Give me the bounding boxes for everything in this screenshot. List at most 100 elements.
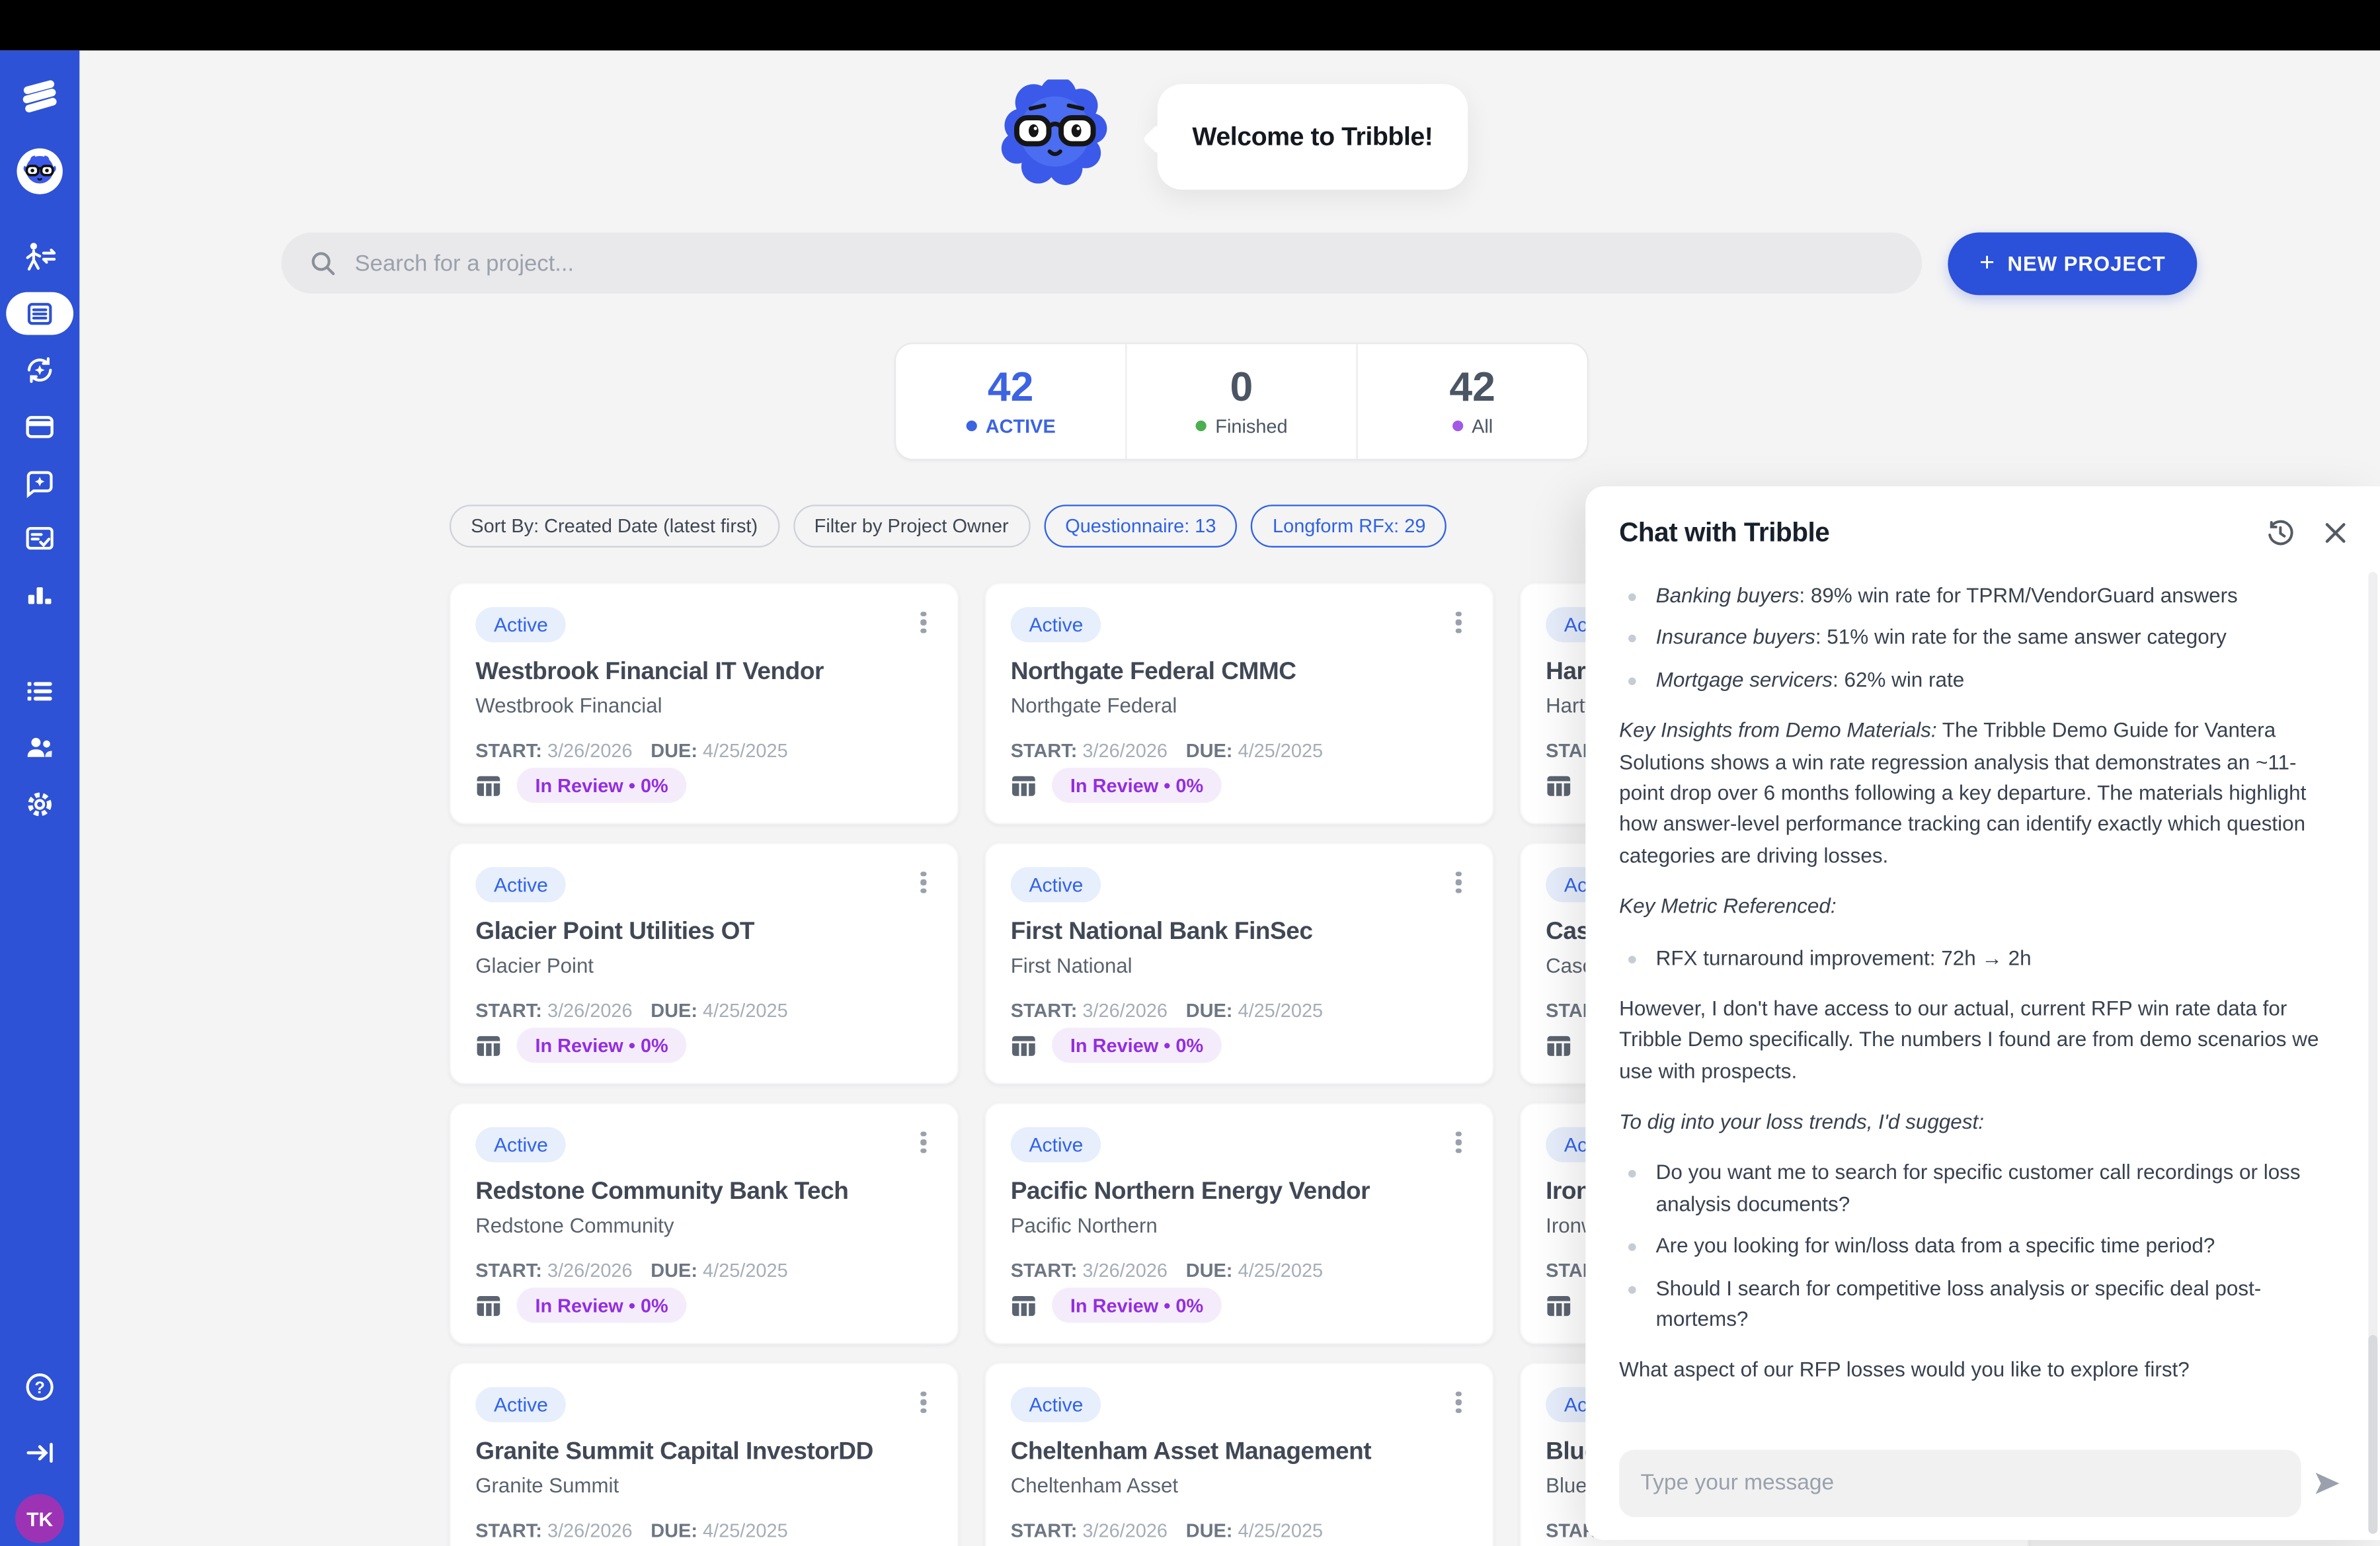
avatar: TK (15, 1494, 64, 1543)
review-status-pill: In Review • 0% (1052, 1028, 1222, 1063)
window-top-bar (0, 0, 2380, 50)
chat-message-input[interactable] (1619, 1449, 2301, 1517)
send-button[interactable] (2301, 1457, 2354, 1510)
app-window: ? TK Welco (0, 0, 2380, 1546)
longform-chip[interactable]: Longform RFx: 29 (1251, 505, 1447, 548)
card-subtitle: Pacific Northern (1011, 1214, 1468, 1237)
stat-finished[interactable]: 0 Finished (1125, 344, 1356, 458)
active-count: 42 (988, 366, 1033, 409)
project-card[interactable]: Active Cheltenham Asset Management Chelt… (984, 1363, 1493, 1546)
table-icon (1011, 1293, 1037, 1317)
chat-title: Chat with Tribble (1619, 516, 2243, 549)
review-status-pill: In Review • 0% (517, 1287, 687, 1322)
chat-bullet: Are you looking for win/loss data from a… (1619, 1231, 2341, 1262)
send-icon (2312, 1468, 2342, 1498)
sort-chip[interactable]: Sort By: Created Date (latest first) (450, 505, 779, 548)
card-subtitle: Cheltenham Asset (1011, 1474, 1468, 1497)
card-title: First National Bank FinSec (1011, 919, 1468, 947)
table-icon (1546, 1033, 1571, 1057)
close-icon (2322, 519, 2348, 545)
chat-close-button[interactable] (2317, 514, 2354, 551)
chat-history-button[interactable] (2261, 514, 2298, 551)
card-menu-icon[interactable] (910, 1125, 937, 1159)
handoff-icon[interactable] (21, 240, 58, 274)
card-title: Cheltenham Asset Management (1011, 1439, 1468, 1467)
help-icon[interactable]: ? (23, 1370, 57, 1404)
chat-paragraph: Key Metric Referenced: (1619, 892, 2341, 923)
thumbs-up-icon (1619, 1413, 1645, 1414)
card-dates: START: 3/26/2026DUE: 4/25/2025 (475, 1000, 932, 1022)
table-icon (475, 773, 501, 797)
mascot-avatar-icon[interactable] (17, 148, 62, 194)
project-card[interactable]: Active Pacific Northern Energy Vendor Pa… (984, 1102, 1493, 1344)
card-subtitle: Northgate Federal (1011, 694, 1468, 717)
project-card[interactable]: Active First National Bank FinSec First … (984, 842, 1493, 1084)
active-label: ACTIVE (986, 415, 1056, 436)
avatar (17, 148, 62, 194)
table-icon (1011, 773, 1037, 797)
menu-list-icon[interactable] (23, 674, 57, 708)
people-icon[interactable] (23, 731, 57, 764)
project-card[interactable]: Active Glacier Point Utilities OT Glacie… (450, 842, 959, 1084)
stat-active[interactable]: 42 ACTIVE (896, 344, 1125, 458)
card-menu-icon[interactable] (1445, 1385, 1473, 1419)
card-menu-icon[interactable] (1445, 606, 1473, 639)
suggestion-bullets: Do you want me to search for specific cu… (1619, 1159, 2341, 1336)
card-title: Glacier Point Utilities OT (475, 919, 932, 947)
logout-icon[interactable] (23, 1436, 57, 1470)
project-card[interactable]: Active Granite Summit Capital InvestorDD… (450, 1363, 959, 1546)
search-input[interactable] (352, 249, 1922, 278)
review-status-pill: In Review • 0% (1052, 1287, 1222, 1322)
owner-filter-chip[interactable]: Filter by Project Owner (793, 505, 1030, 548)
card-menu-icon[interactable] (1445, 866, 1473, 899)
status-badge: Active (1011, 867, 1101, 902)
thumbs-down-button[interactable] (1713, 1413, 1739, 1414)
questionnaire-chip[interactable]: Questionnaire: 13 (1044, 505, 1238, 548)
search-icon (309, 249, 337, 277)
card-menu-icon[interactable] (910, 1385, 937, 1419)
table-icon (475, 1033, 501, 1057)
chat-paragraph: Key Insights from Demo Materials: The Tr… (1619, 716, 2341, 872)
chat-sparkle-icon[interactable] (23, 466, 57, 500)
card-subtitle: Glacier Point (475, 954, 932, 977)
nav-projects-active[interactable] (6, 292, 73, 335)
card-menu-icon[interactable] (1445, 1125, 1473, 1159)
project-card[interactable]: Active Westbrook Financial IT Vendor Wes… (450, 583, 959, 824)
chat-bullet: Banking buyers: 89% win rate for TPRM/Ve… (1619, 581, 2341, 612)
stat-all[interactable]: 42 All (1356, 344, 1587, 458)
user-avatar-tk[interactable]: TK (15, 1494, 64, 1543)
card-subtitle: Granite Summit (475, 1474, 932, 1497)
welcome-bubble: Welcome to Tribble! (1158, 84, 1468, 190)
card-dates: START: 3/26/2026DUE: 4/25/2025 (475, 1260, 932, 1282)
card-menu-icon[interactable] (910, 606, 937, 639)
checklist-icon[interactable] (23, 522, 57, 555)
tribble-logo-icon[interactable] (20, 77, 60, 116)
card-subtitle: First National (1011, 954, 1468, 977)
tribble-mascot (997, 79, 1113, 194)
new-project-button[interactable]: + NEW PROJECT (1948, 233, 2197, 296)
win-rate-bullets: Banking buyers: 89% win rate for TPRM/Ve… (1619, 581, 2341, 696)
finished-count: 0 (1230, 366, 1253, 409)
table-icon (1546, 773, 1571, 797)
chat-input-row (1619, 1449, 2353, 1517)
thumbs-up-button[interactable] (1619, 1413, 1645, 1414)
sync-sparkle-icon[interactable] (23, 353, 57, 387)
card-menu-icon[interactable] (910, 866, 937, 899)
project-card[interactable]: Active Redstone Community Bank Tech Reds… (450, 1102, 959, 1344)
card-title: Granite Summit Capital InvestorDD (475, 1439, 932, 1467)
card-title: Northgate Federal CMMC (1011, 659, 1468, 687)
table-icon (1011, 1033, 1037, 1057)
card-dates: START: 3/26/2026DUE: 4/25/2025 (1011, 740, 1468, 761)
project-card[interactable]: Active Northgate Federal CMMC Northgate … (984, 583, 1493, 824)
tray-icon[interactable] (23, 410, 57, 444)
settings-gear-icon[interactable] (23, 788, 57, 821)
status-badge: Active (1011, 1387, 1101, 1422)
bar-chart-icon[interactable] (23, 578, 57, 612)
card-dates: START: 3/26/2026DUE: 4/25/2025 (1011, 1000, 1468, 1022)
new-project-label: NEW PROJECT (2007, 253, 2165, 276)
table-icon (475, 1293, 501, 1317)
svg-text:?: ? (34, 1379, 45, 1397)
welcome-text: Welcome to Tribble! (1192, 122, 1433, 152)
chat-scrollbar[interactable] (2368, 572, 2377, 1534)
card-dates: START: 3/26/2026DUE: 4/25/2025 (1011, 1260, 1468, 1282)
